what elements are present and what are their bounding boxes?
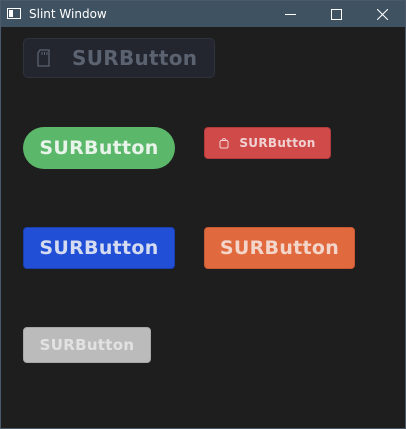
window-title: Slint Window [29, 7, 107, 21]
maximize-button[interactable] [313, 1, 359, 27]
sur-button-label: SURButton [239, 136, 316, 150]
sur-button-label: SURButton [39, 237, 159, 259]
sd-card-icon [37, 49, 50, 67]
sur-button-disabled-dark[interactable]: SURButton [23, 38, 215, 78]
bag-icon [219, 138, 229, 149]
minimize-icon [285, 14, 296, 15]
sur-button-label: SURButton [219, 237, 340, 259]
sur-button-disabled-light[interactable]: SURButton [23, 327, 151, 363]
sur-button-label: SURButton [39, 137, 159, 159]
minimize-button[interactable] [267, 1, 313, 27]
app-icon [7, 8, 21, 19]
sur-button-success[interactable]: SURButton [23, 127, 175, 169]
sur-button-label: SURButton [72, 46, 198, 70]
window-content: SURButton SURButton SURButton SURButton … [1, 27, 405, 428]
close-button[interactable] [359, 1, 405, 27]
app-window: Slint Window SURButton SURButton SURButt… [0, 0, 406, 429]
title-bar[interactable]: Slint Window [1, 1, 405, 27]
sur-button-label: SURButton [39, 336, 135, 354]
close-icon [377, 9, 388, 20]
maximize-icon [331, 9, 342, 20]
sur-button-warning[interactable]: SURButton [204, 227, 355, 269]
sur-button-danger[interactable]: SURButton [204, 127, 331, 159]
sur-button-primary[interactable]: SURButton [23, 227, 175, 269]
